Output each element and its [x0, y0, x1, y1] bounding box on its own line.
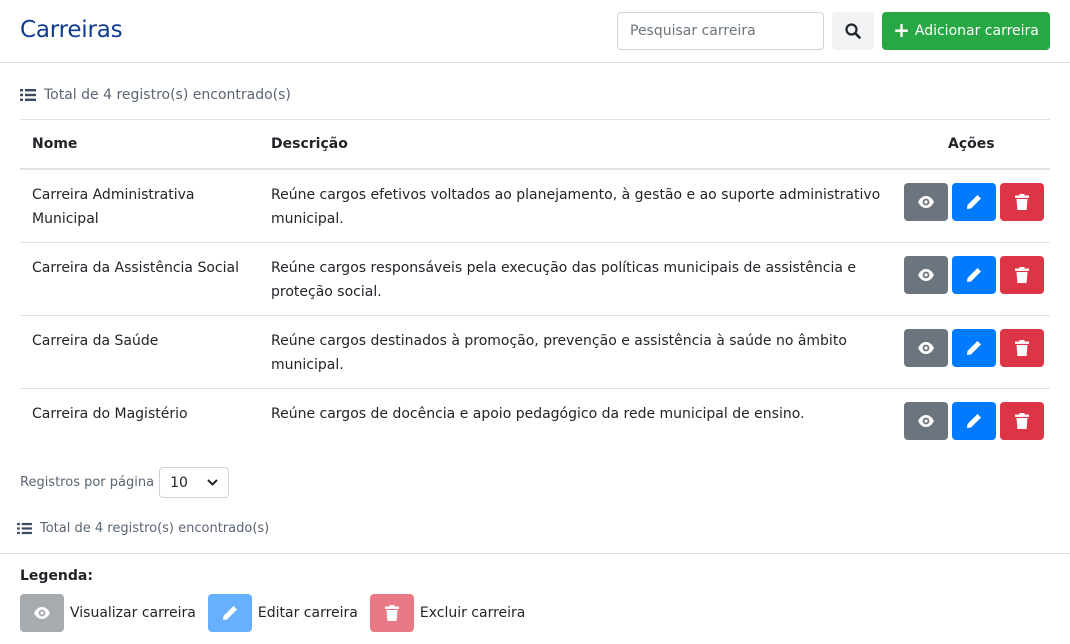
- careers-table: Nome Descrição Ações Carreira Administra…: [20, 119, 1050, 462]
- pencil-icon: [967, 414, 981, 428]
- edit-button[interactable]: [952, 329, 996, 367]
- pencil-icon: [967, 268, 981, 282]
- table-row: Carreira da Saúde Reúne cargos destinado…: [20, 316, 1050, 389]
- chevron-down-icon: [207, 479, 218, 486]
- total-records-text: Total de 4 registro(s) encontrado(s): [44, 87, 291, 103]
- page-header: Carreiras + Adicionar carreira: [0, 0, 1070, 63]
- delete-button[interactable]: [1000, 402, 1044, 440]
- delete-button[interactable]: [1000, 256, 1044, 294]
- view-button[interactable]: [904, 329, 948, 367]
- records-per-page-label: Registros por página: [20, 475, 155, 490]
- eye-icon: [918, 415, 934, 427]
- pencil-icon: [967, 195, 981, 209]
- records-per-page-select[interactable]: 10: [159, 467, 230, 498]
- list-icon: [17, 522, 32, 535]
- career-description: Reúne cargos efetivos voltados ao planej…: [271, 187, 881, 227]
- view-button[interactable]: [904, 183, 948, 221]
- trash-icon: [384, 605, 399, 621]
- legend-item-delete: Excluir carreira: [369, 594, 526, 632]
- eye-icon: [918, 196, 934, 208]
- delete-button[interactable]: [1000, 183, 1044, 221]
- total-records-bottom: Total de 4 registro(s) encontrado(s): [17, 521, 269, 536]
- view-button[interactable]: [904, 402, 948, 440]
- divider: [0, 553, 1070, 554]
- column-header-actions: Ações: [948, 136, 995, 152]
- total-records-top: Total de 4 registro(s) encontrado(s): [20, 87, 291, 103]
- legend-item-edit: Editar carreira: [207, 594, 358, 632]
- career-description: Reúne cargos destinados à promoção, prev…: [271, 333, 847, 373]
- legend-edit-swatch: [207, 594, 252, 632]
- add-career-label: Adicionar carreira: [914, 23, 1039, 39]
- view-button[interactable]: [904, 256, 948, 294]
- legend: Visualizar carreira Editar carreira Excl…: [20, 594, 537, 632]
- career-name: Carreira da Saúde: [32, 333, 159, 349]
- career-name: Carreira do Magistério: [32, 406, 188, 422]
- eye-icon: [918, 342, 934, 354]
- table-row: Carreira da Assistência Social Reúne car…: [20, 243, 1050, 316]
- career-name: Carreira Administrativa Municipal: [32, 187, 195, 227]
- row-actions: [904, 183, 1044, 221]
- records-per-page-value: 10: [170, 474, 188, 491]
- career-description: Reúne cargos responsáveis pela execução …: [271, 260, 857, 300]
- list-icon: [20, 89, 36, 101]
- legend-delete-swatch: [369, 594, 414, 632]
- trash-icon: [1015, 340, 1029, 356]
- trash-icon: [1015, 194, 1029, 210]
- career-name: Carreira da Assistência Social: [32, 260, 239, 276]
- total-records-text: Total de 4 registro(s) encontrado(s): [40, 521, 270, 536]
- row-actions: [904, 256, 1044, 294]
- legend-view-swatch: [20, 594, 64, 632]
- eye-icon: [34, 607, 50, 619]
- legend-view-label: Visualizar carreira: [70, 605, 196, 621]
- trash-icon: [1015, 413, 1029, 429]
- column-header-description: Descrição: [271, 136, 348, 152]
- legend-delete-label: Excluir carreira: [419, 605, 526, 621]
- column-header-name: Nome: [32, 136, 78, 152]
- legend-title: Legenda:: [20, 568, 93, 584]
- trash-icon: [1015, 267, 1029, 283]
- pencil-icon: [222, 606, 237, 620]
- table-row: Carreira do Magistério Reúne cargos de d…: [20, 389, 1050, 462]
- page-title: Carreiras: [20, 17, 123, 43]
- add-career-button[interactable]: + Adicionar carreira: [882, 12, 1050, 50]
- search-input[interactable]: [617, 12, 824, 50]
- edit-button[interactable]: [952, 402, 996, 440]
- edit-button[interactable]: [952, 256, 996, 294]
- search-button[interactable]: [832, 12, 874, 50]
- records-per-page: Registros por página 10: [20, 467, 230, 498]
- row-actions: [904, 329, 1044, 367]
- search-icon: [845, 23, 861, 39]
- delete-button[interactable]: [1000, 329, 1044, 367]
- legend-item-view: Visualizar carreira: [20, 594, 196, 632]
- legend-edit-label: Editar carreira: [257, 605, 358, 621]
- table-header: Nome Descrição Ações: [20, 120, 1050, 170]
- row-actions: [904, 402, 1044, 440]
- pencil-icon: [967, 341, 981, 355]
- edit-button[interactable]: [952, 183, 996, 221]
- career-description: Reúne cargos de docência e apoio pedagóg…: [271, 406, 805, 422]
- plus-icon: +: [893, 18, 910, 42]
- table-row: Carreira Administrativa Municipal Reúne …: [20, 170, 1050, 243]
- eye-icon: [918, 269, 934, 281]
